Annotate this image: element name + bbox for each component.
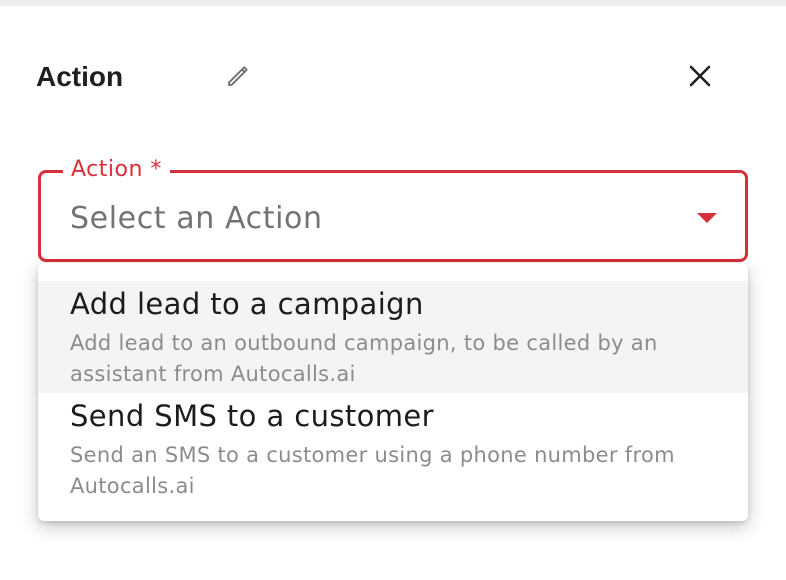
menu-item-description: Add lead to an outbound campaign, to be … — [70, 331, 658, 386]
action-dropdown-menu: Add lead to a campaign Add lead to an ou… — [38, 263, 748, 521]
action-panel: Action Action * Select an Action Add lea… — [0, 0, 786, 580]
close-icon[interactable] — [687, 63, 713, 89]
menu-item-description: Send an SMS to a customer using a phone … — [70, 443, 675, 498]
panel-title: Action — [36, 61, 124, 92]
action-select[interactable]: Action * Select an Action — [38, 157, 748, 262]
action-select-label: Action * — [63, 157, 170, 183]
pencil-icon[interactable] — [224, 61, 252, 89]
menu-item-title: Add lead to a campaign — [70, 287, 424, 321]
menu-item-add-lead-to-campaign[interactable]: Add lead to a campaign Add lead to an ou… — [38, 281, 748, 393]
action-select-placeholder: Select an Action — [70, 201, 323, 236]
menu-item-send-sms-to-customer[interactable]: Send SMS to a customer Send an SMS to a … — [38, 393, 748, 505]
top-divider — [0, 0, 786, 6]
menu-item-title: Send SMS to a customer — [70, 399, 434, 433]
panel-header: Action — [36, 56, 750, 98]
caret-down-icon[interactable] — [697, 213, 717, 223]
